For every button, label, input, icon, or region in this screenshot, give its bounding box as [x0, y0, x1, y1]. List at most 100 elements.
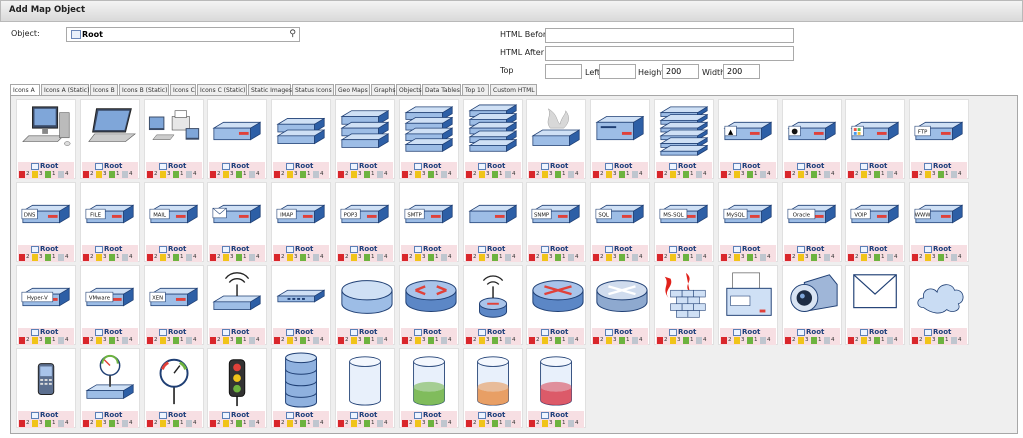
- object-picker[interactable]: Root ⚲: [66, 27, 300, 42]
- tab-geo-maps[interactable]: Geo Maps: [335, 84, 370, 95]
- status-swatch: [938, 254, 944, 261]
- html-after-field[interactable]: [545, 46, 794, 61]
- map-object-tile-server-win[interactable]: Root 2 3 1 4: [845, 99, 905, 179]
- map-object-tile-cyl-orange[interactable]: Root 2 3 1 4: [463, 348, 523, 428]
- status-swatch: [670, 254, 676, 261]
- map-object-tile-server-mysql[interactable]: MySQL Root 2 3 1 4: [718, 182, 778, 262]
- tab-top-10[interactable]: Top 10: [462, 84, 489, 95]
- map-object-tile-server3[interactable]: Root 2 3 1 4: [335, 99, 395, 179]
- map-object-tile-server-file[interactable]: FILE Root 2 3 1 4: [80, 182, 140, 262]
- map-object-tile-server[interactable]: Root 2 3 1 4: [463, 182, 523, 262]
- map-object-tile-printer[interactable]: Root 2 3 1 4: [718, 265, 778, 345]
- status-swatch: [173, 420, 179, 427]
- map-object-tile-server-imap[interactable]: IMAP Root 2 3 1 4: [271, 182, 331, 262]
- tab-icons-c-static[interactable]: Icons C (Static): [197, 84, 247, 95]
- map-object-tile-server-smtp[interactable]: SMTP Root 2 3 1 4: [399, 182, 459, 262]
- map-object-tile-traffic[interactable]: Root 2 3 1 4: [207, 348, 267, 428]
- map-object-tile-server2[interactable]: Root 2 3 1 4: [271, 99, 331, 179]
- map-object-tile-gauge-base[interactable]: Root 2 3 1 4: [80, 348, 140, 428]
- map-object-tile-server-hot[interactable]: Root 2 3 1 4: [526, 99, 586, 179]
- map-object-tile-server-dns[interactable]: DNS Root 2 3 1 4: [16, 182, 76, 262]
- status-count: 3: [549, 337, 553, 343]
- map-object-tile-rack[interactable]: Root 2 3 1 4: [654, 99, 714, 179]
- top-field[interactable]: [545, 64, 582, 79]
- root-icon: [414, 412, 422, 419]
- status-count: 4: [512, 254, 516, 260]
- status-swatch: [925, 254, 931, 261]
- map-object-tile-server5[interactable]: Root 2 3 1 4: [463, 99, 523, 179]
- map-object-tile-router-x[interactable]: Root 2 3 1 4: [526, 265, 586, 345]
- map-object-tile-server-linux[interactable]: ▲ Root 2 3 1 4: [718, 99, 778, 179]
- root-icon: [350, 329, 358, 336]
- status-swatch: [415, 254, 421, 261]
- map-object-tile-server-tall[interactable]: Root 2 3 1 4: [590, 99, 650, 179]
- status-swatch: [441, 171, 447, 178]
- tab-objects[interactable]: Objects: [396, 84, 422, 95]
- map-object-tile-server-ftp[interactable]: FTP Root 2 3 1 4: [909, 99, 969, 179]
- tab-status-icons[interactable]: Status Icons: [292, 84, 334, 95]
- tab-icons-b[interactable]: Icons B: [90, 84, 118, 95]
- map-object-tile-cloud[interactable]: Root 2 3 1 4: [909, 265, 969, 345]
- status-swatch: [951, 254, 957, 261]
- map-object-tile-server-apple[interactable]: Root 2 3 1 4: [782, 99, 842, 179]
- width-field[interactable]: 200: [723, 64, 760, 79]
- map-object-tile-camera[interactable]: Root 2 3 1 4: [782, 265, 842, 345]
- map-object-tile-server[interactable]: Root 2 3 1 4: [207, 99, 267, 179]
- map-object-tile-server-pop3[interactable]: POP3 Root 2 3 1 4: [335, 182, 395, 262]
- status-swatch: [657, 337, 663, 344]
- status-swatch: [249, 337, 255, 344]
- height-field[interactable]: 200: [662, 64, 699, 79]
- status-swatch: [338, 171, 344, 178]
- map-object-tile-cyl-empty[interactable]: Root 2 3 1 4: [335, 348, 395, 428]
- tile-caption: Root 2 3 1 4: [18, 162, 74, 179]
- map-object-tile-server-vmware[interactable]: VMware Root 2 3 1 4: [80, 265, 140, 345]
- html-before-field[interactable]: [545, 28, 794, 43]
- map-object-tile-server-sql[interactable]: SQL Root 2 3 1 4: [590, 182, 650, 262]
- search-icon[interactable]: ⚲: [289, 29, 296, 39]
- tab-data-tables[interactable]: Data Tables: [422, 84, 461, 95]
- server-icon: [468, 204, 518, 224]
- tab-icons-c[interactable]: Icons C: [170, 84, 196, 95]
- map-object-tile-server-xen[interactable]: XEN Root 2 3 1 4: [144, 265, 204, 345]
- map-object-tile-switch[interactable]: Root 2 3 1 4: [271, 265, 331, 345]
- status-swatch: [364, 337, 370, 344]
- status-swatch: [32, 337, 38, 344]
- map-object-tile-phone[interactable]: Root 2 3 1 4: [16, 348, 76, 428]
- tile-caption: Root 2 3 1 4: [273, 328, 329, 345]
- status-swatch: [377, 420, 383, 427]
- map-object-tile-disc[interactable]: Root 2 3 1 4: [335, 265, 395, 345]
- map-object-tile-desktop[interactable]: Root 2 3 1 4: [16, 99, 76, 179]
- map-object-tile-envelope-big[interactable]: Root 2 3 1 4: [845, 265, 905, 345]
- map-object-tile-server-mail[interactable]: MAIL Root 2 3 1 4: [144, 182, 204, 262]
- map-object-tile-server-hyper-v[interactable]: Hyper-V Root 2 3 1 4: [16, 265, 76, 345]
- tab-icons-a-static[interactable]: Icons A (Static): [41, 84, 89, 95]
- map-object-tile-gauge[interactable]: Root 2 3 1 4: [144, 348, 204, 428]
- map-object-tile-workstation[interactable]: Root 2 3 1 4: [144, 99, 204, 179]
- tab-icons-b-static[interactable]: Icons B (Static): [119, 84, 169, 95]
- map-object-tile-server-snmp[interactable]: SNMP Root 2 3 1 4: [526, 182, 586, 262]
- map-object-tile-router-gray[interactable]: Root 2 3 1 4: [590, 265, 650, 345]
- map-object-tile-laptop[interactable]: Root 2 3 1 4: [80, 99, 140, 179]
- map-object-tile-server4[interactable]: Root 2 3 1 4: [399, 99, 459, 179]
- map-object-tile-router[interactable]: Root 2 3 1 4: [399, 265, 459, 345]
- map-object-tile-server-www[interactable]: WWW Root 2 3 1 4: [909, 182, 969, 262]
- map-object-tile-wifi-router2[interactable]: Root 2 3 1 4: [463, 265, 523, 345]
- map-object-tile-server-oracle[interactable]: Oracle Root 2 3 1 4: [782, 182, 842, 262]
- status-swatch: [632, 171, 638, 178]
- map-object-tile-server-envelope[interactable]: Root 2 3 1 4: [207, 182, 267, 262]
- left-field[interactable]: [599, 64, 636, 79]
- map-object-tile-cyl-red[interactable]: Root 2 3 1 4: [526, 348, 586, 428]
- map-object-tile-wifi-router[interactable]: Root 2 3 1 4: [207, 265, 267, 345]
- map-object-tile-firewall[interactable]: Root 2 3 1 4: [654, 265, 714, 345]
- tile-caption: Root 2 3 1 4: [401, 411, 457, 428]
- map-object-tile-db-stack[interactable]: Root 2 3 1 4: [271, 348, 331, 428]
- svg-text:VOIP: VOIP: [854, 212, 867, 218]
- map-object-tile-server-voip[interactable]: VOIP Root 2 3 1 4: [845, 182, 905, 262]
- tab-static-images[interactable]: Static Images: [248, 84, 292, 95]
- tile-caption: Root 2 3 1 4: [911, 245, 967, 262]
- tab-graphs[interactable]: Graphs: [371, 84, 396, 95]
- tab-custom-html[interactable]: Custom HTML: [490, 84, 537, 95]
- map-object-tile-server-ms-sql[interactable]: MS-SQL Root 2 3 1 4: [654, 182, 714, 262]
- cloud-icon: [917, 284, 964, 314]
- map-object-tile-cyl-green[interactable]: Root 2 3 1 4: [399, 348, 459, 428]
